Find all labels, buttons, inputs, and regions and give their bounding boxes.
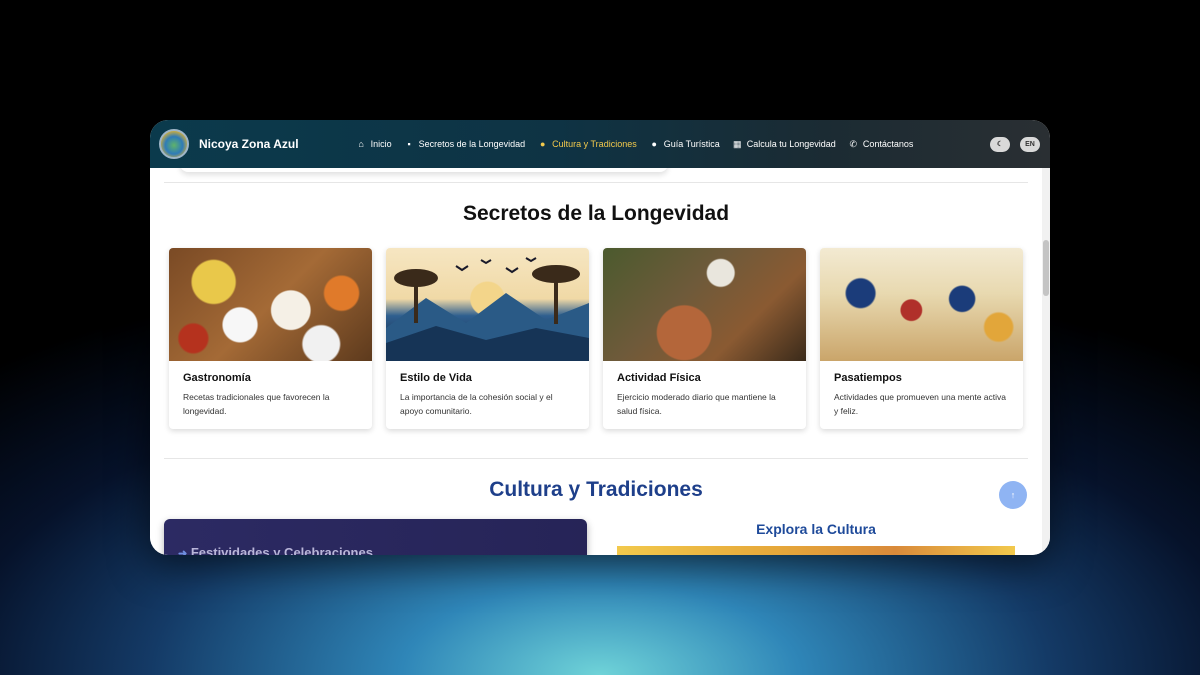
calculator-icon: ▦ <box>732 138 742 149</box>
gastronomia-image <box>169 248 372 361</box>
pasatiempos-image <box>820 248 1023 361</box>
arrow-up-icon: ↑ <box>1010 490 1016 500</box>
page-content: Secretos de la Longevidad Gastronomía Re… <box>150 168 1042 555</box>
logo[interactable] <box>159 129 189 159</box>
secretos-cards: Gastronomía Recetas tradicionales que fa… <box>169 248 1023 429</box>
card-estilo-de-vida[interactable]: Estilo de Vida La importancia de la cohe… <box>386 248 589 429</box>
moon-icon: ☾ <box>996 141 1004 148</box>
card-title: Actividad Física <box>617 372 701 384</box>
nav-inicio[interactable]: ⌂ Inicio <box>357 139 392 149</box>
cultura-title: Cultura y Tradiciones <box>489 478 703 501</box>
nav-secretos[interactable]: ▪ Secretos de la Longevidad <box>405 139 526 149</box>
card-description: Actividades que promueven una mente acti… <box>834 392 1006 416</box>
actividad-fisica-image <box>603 248 806 361</box>
nav-calcula[interactable]: ▦ Calcula tu Longevidad <box>733 139 836 150</box>
nav-contacto[interactable]: ✆ Contáctanos <box>849 139 914 150</box>
scrollbar[interactable] <box>1042 168 1050 555</box>
card-description: La importancia de la cohesión social y e… <box>400 392 553 416</box>
divider <box>164 458 1028 459</box>
previous-section-card <box>180 168 668 172</box>
nav-label: Inicio <box>370 139 392 149</box>
header-toggles: ☾ EN <box>990 136 1040 152</box>
chevron-right-icon: ➜ <box>178 548 188 555</box>
scrollbar-thumb[interactable] <box>1043 240 1049 296</box>
explora-image <box>617 546 1015 555</box>
card-actividad-fisica[interactable]: Actividad Física Ejercicio moderado diar… <box>603 248 806 429</box>
nav-label: Cultura y Tradiciones <box>552 139 637 149</box>
main-nav: ⌂ Inicio ▪ Secretos de la Longevidad ● C… <box>357 139 914 150</box>
festividades-text: Festividades y Celebraciones <box>190 545 373 555</box>
card-title: Estilo de Vida <box>400 372 472 384</box>
explora-title: Explora la Cultura <box>756 521 876 537</box>
nav-label: Guía Turística <box>663 139 720 149</box>
nav-label: Secretos de la Longevidad <box>418 139 526 149</box>
card-gastronomia[interactable]: Gastronomía Recetas tradicionales que fa… <box>169 248 372 429</box>
card-pasatiempos[interactable]: Pasatiempos Actividades que promueven un… <box>820 248 1023 429</box>
scroll-to-top-button[interactable]: ↑ <box>999 481 1027 509</box>
nav-guia[interactable]: ● Guía Turística <box>650 139 720 149</box>
festividades-card[interactable]: ➜ Festividades y Celebraciones <box>164 519 587 555</box>
home-icon: ⌂ <box>358 139 364 149</box>
secretos-title: Secretos de la Longevidad <box>462 202 730 225</box>
card-title: Gastronomía <box>183 372 251 384</box>
phone-icon: ✆ <box>849 138 858 149</box>
estilo-de-vida-image <box>386 248 589 361</box>
card-description: Ejercicio moderado diario que mantiene l… <box>617 392 776 416</box>
card-description: Recetas tradicionales que favorecen la l… <box>183 392 330 416</box>
festividades-label: ➜ Festividades y Celebraciones <box>178 545 373 555</box>
landscape-illustration <box>386 257 589 361</box>
map-pin-icon: ● <box>651 139 657 149</box>
theme-toggle-button[interactable]: ☾ <box>990 136 1010 152</box>
language-toggle-button[interactable]: EN <box>1020 136 1040 152</box>
nav-cultura[interactable]: ● Cultura y Tradiciones <box>538 139 637 149</box>
card-title: Pasatiempos <box>834 372 902 384</box>
browser-window: Nicoya Zona Azul ⌂ Inicio ▪ Secretos de … <box>150 120 1050 555</box>
book-icon: ▪ <box>407 139 411 149</box>
nav-label: Calcula tu Longevidad <box>746 139 836 149</box>
map-pin-icon: ● <box>539 139 546 149</box>
navbar: Nicoya Zona Azul ⌂ Inicio ▪ Secretos de … <box>150 120 1050 168</box>
nav-label: Contáctanos <box>862 139 914 149</box>
brand-title[interactable]: Nicoya Zona Azul <box>199 137 299 151</box>
divider <box>164 182 1028 183</box>
